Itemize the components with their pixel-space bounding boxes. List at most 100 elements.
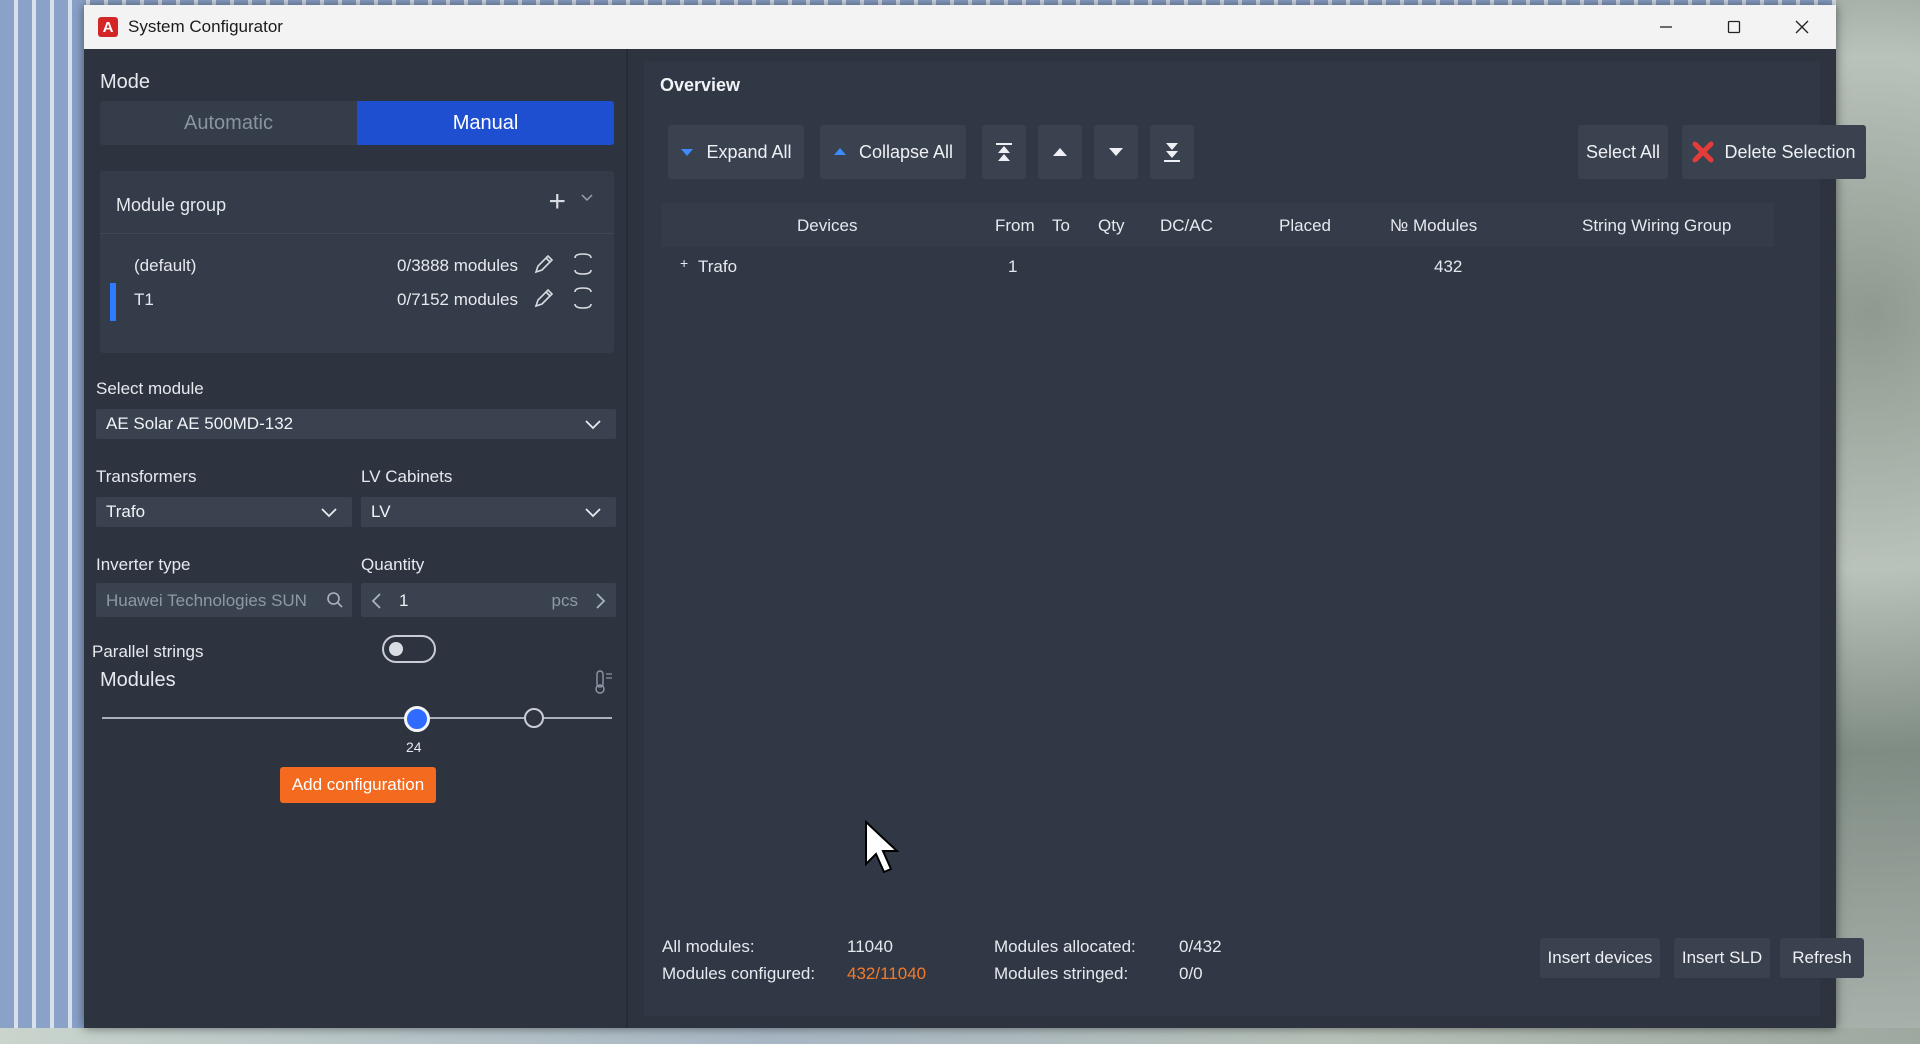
inverter-type-search[interactable]: Huawei Technologies SUN <box>96 583 352 617</box>
modules-label: Modules <box>100 669 176 691</box>
transformers-label: Transformers <box>96 467 197 486</box>
configuration-panel: Mode Automatic Manual Module group + (de… <box>84 49 626 1028</box>
thermometer-icon[interactable] <box>592 669 614 695</box>
quantity-label: Quantity <box>361 555 425 574</box>
expand-all-button[interactable]: Expand All <box>668 125 804 179</box>
overview-panel: Overview Expand All Collapse All Select … <box>644 61 1866 1016</box>
system-configurator-window: A System Configurator Mode Automatic Man… <box>84 5 1866 1028</box>
select-module-value: AE Solar AE 500MD-132 <box>106 414 294 433</box>
quantity-stepper[interactable]: 1 pcs <box>361 583 616 617</box>
move-top-button[interactable] <box>982 125 1026 179</box>
close-button[interactable] <box>1768 5 1836 49</box>
maximize-button[interactable] <box>1700 5 1768 49</box>
lv-cabinets-dropdown[interactable]: LV <box>361 497 616 527</box>
module-group-name: (default) <box>134 256 197 275</box>
add-module-group-icon[interactable]: + <box>548 185 566 219</box>
add-configuration-button[interactable]: Add configuration <box>280 767 436 803</box>
column-dc-ac[interactable]: DC/AC <box>1160 216 1213 236</box>
row-modules: 432 <box>1434 257 1463 276</box>
minimize-button[interactable] <box>1632 5 1700 49</box>
modules-allocated-value: 0/432 <box>1179 937 1222 956</box>
module-group-row[interactable]: (default) 0/3888 modules <box>100 247 614 285</box>
select-module-label: Select module <box>96 379 204 398</box>
slider-marker-icon <box>524 708 544 728</box>
collapse-all-button[interactable]: Collapse All <box>820 125 966 179</box>
minimize-icon <box>1660 26 1672 28</box>
module-group-name: T1 <box>134 290 154 309</box>
chevron-down-icon <box>585 508 601 518</box>
quantity-unit: pcs <box>551 591 578 610</box>
maximize-icon <box>1727 20 1741 34</box>
caret-down-icon <box>1109 148 1123 156</box>
chevron-down-icon <box>585 420 601 430</box>
triangle-up-icon <box>833 148 846 155</box>
modules-configured-label: Modules configured: <box>662 964 816 983</box>
modules-slider-thumb[interactable] <box>404 706 430 732</box>
transformers-dropdown[interactable]: Trafo <box>96 497 352 527</box>
module-group-title: Module group <box>116 195 227 215</box>
desktop-background-bottom <box>0 1028 1920 1044</box>
delete-selection-button[interactable]: Delete Selection <box>1682 125 1866 179</box>
insert-devices-button[interactable]: Insert devices <box>1540 938 1660 978</box>
row-expander-icon[interactable]: + <box>680 255 688 271</box>
move-up-button[interactable] <box>1038 125 1082 179</box>
mode-manual-option[interactable]: Manual <box>357 101 614 145</box>
title-bar[interactable]: A System Configurator <box>84 5 1836 49</box>
chevron-down-icon[interactable] <box>580 193 594 203</box>
column-devices[interactable]: Devices <box>797 216 857 236</box>
mode-toggle: Automatic Manual <box>100 101 614 145</box>
double-up-arrow-icon <box>996 143 1012 161</box>
caret-up-icon <box>1053 148 1067 156</box>
devices-table-header: Devices From To Qty DC/AC Placed № Modul… <box>662 203 1774 247</box>
chevron-left-icon[interactable] <box>369 592 383 610</box>
search-icon <box>327 592 343 608</box>
modules-stringed-value: 0/0 <box>1179 964 1203 983</box>
parallel-strings-toggle[interactable] <box>382 635 436 663</box>
toggle-knob <box>389 642 403 656</box>
chevron-down-icon <box>321 508 337 518</box>
column-from[interactable]: From <box>995 216 1035 236</box>
refresh-button[interactable]: Refresh <box>1780 938 1864 978</box>
transformers-value: Trafo <box>106 502 146 521</box>
inverter-type-label: Inverter type <box>96 555 191 574</box>
expand-all-label: Expand All <box>706 141 792 162</box>
column-string-wiring-group[interactable]: String Wiring Group <box>1582 216 1731 236</box>
lv-cabinets-value: LV <box>371 502 391 521</box>
column-qty[interactable]: Qty <box>1098 216 1124 236</box>
divider <box>100 233 614 234</box>
select-all-button[interactable]: Select All <box>1578 125 1668 179</box>
module-group-box: Module group + (default) 0/3888 modules … <box>100 171 614 353</box>
mode-title: Mode <box>100 71 151 93</box>
app-icon: A <box>98 17 118 37</box>
chevron-right-icon[interactable] <box>594 592 608 610</box>
close-icon <box>1795 20 1809 34</box>
quantity-value: 1 <box>399 591 409 610</box>
inverter-type-value: Huawei Technologies SUN <box>106 591 306 610</box>
row-device: Trafo <box>698 257 738 276</box>
move-bottom-button[interactable] <box>1150 125 1194 179</box>
column-modules[interactable]: № Modules <box>1390 216 1477 236</box>
mode-automatic-option[interactable]: Automatic <box>100 101 357 145</box>
window-title: System Configurator <box>128 17 283 36</box>
module-group-count: 0/3888 modules <box>397 256 518 275</box>
mouse-cursor-icon <box>865 820 900 874</box>
table-row[interactable]: + Trafo 1 432 <box>662 249 1774 283</box>
column-placed[interactable]: Placed <box>1279 216 1331 236</box>
modules-allocated-label: Modules allocated: <box>994 937 1136 956</box>
bracket-icon[interactable] <box>572 250 594 278</box>
move-down-button[interactable] <box>1094 125 1138 179</box>
selected-indicator <box>110 283 116 321</box>
modules-stringed-label: Modules stringed: <box>994 964 1129 983</box>
edit-icon[interactable] <box>532 252 556 276</box>
modules-slider-value: 24 <box>406 739 422 755</box>
all-modules-value: 11040 <box>847 937 894 956</box>
column-to[interactable]: To <box>1052 216 1070 236</box>
edit-icon[interactable] <box>532 286 556 310</box>
row-from: 1 <box>1008 257 1018 276</box>
bracket-icon[interactable] <box>572 284 594 312</box>
module-group-row[interactable]: T1 0/7152 modules <box>100 281 614 321</box>
delete-selection-label: Delete Selection <box>1724 141 1856 162</box>
red-x-icon <box>1692 141 1714 163</box>
select-module-dropdown[interactable]: AE Solar AE 500MD-132 <box>96 409 616 439</box>
insert-sld-button[interactable]: Insert SLD <box>1674 938 1770 978</box>
